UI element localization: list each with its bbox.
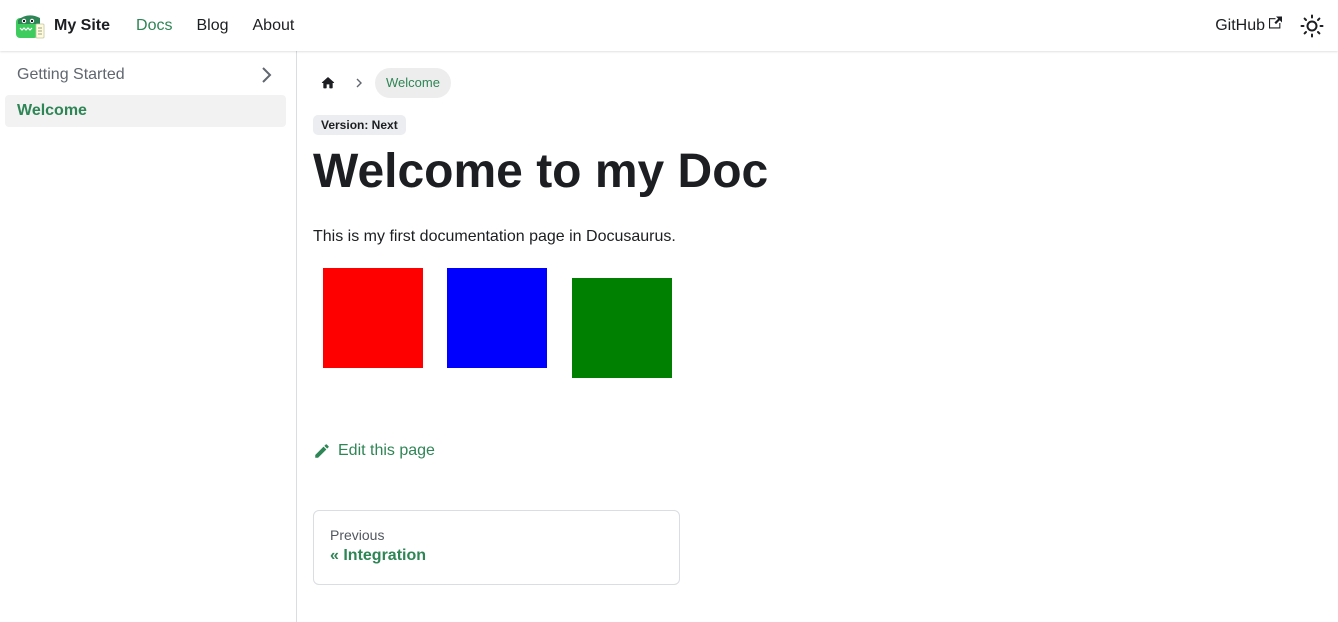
sidebar-category-label: Getting Started xyxy=(17,66,125,83)
doc-main: Welcome Version: Next Welcome to my Doc … xyxy=(313,51,1323,585)
nav-about-link[interactable]: About xyxy=(241,17,307,35)
nav-blog-link[interactable]: Blog xyxy=(184,17,240,35)
pencil-icon xyxy=(315,444,329,458)
breadcrumb-current: Welcome xyxy=(375,68,451,98)
red-square xyxy=(323,268,423,368)
site-title: My Site xyxy=(54,16,111,34)
edit-label: Edit this page xyxy=(338,442,435,459)
theme-toggle-button[interactable] xyxy=(1300,14,1324,38)
page-title: Welcome to my Doc xyxy=(313,145,769,198)
green-square xyxy=(572,278,672,378)
breadcrumb-home-link[interactable] xyxy=(313,68,343,98)
sidebar-item-label: Welcome xyxy=(17,102,87,119)
github-link[interactable]: GitHub xyxy=(1215,17,1282,35)
intro-paragraph: This is my first documentation page in D… xyxy=(313,228,676,245)
pager-sublabel: Previous xyxy=(330,527,385,543)
pager-label: « Integration xyxy=(330,547,427,564)
sidebar-item-welcome[interactable]: Welcome xyxy=(5,95,286,127)
chevron-right-icon[interactable] xyxy=(260,67,274,83)
github-label: GitHub xyxy=(1215,16,1265,34)
docs-sidebar: Getting Started Welcome xyxy=(0,51,297,622)
sidebar-category-getting-started[interactable]: Getting Started xyxy=(5,59,286,91)
navbar-right: GitHub xyxy=(1215,14,1324,38)
navbar: My Site Docs Blog About GitHub xyxy=(0,0,1338,51)
nav-docs-link[interactable]: Docs xyxy=(124,17,184,35)
sun-icon xyxy=(1300,14,1324,37)
blue-square xyxy=(447,268,547,368)
pagination-previous[interactable]: Previous « Integration xyxy=(313,510,680,585)
brand-link[interactable]: My Site xyxy=(14,10,110,42)
breadcrumb-chevron-icon xyxy=(349,78,369,88)
version-badge: Version: Next xyxy=(313,115,406,135)
external-link-icon xyxy=(1269,16,1282,29)
dinosaur-logo-icon xyxy=(16,14,45,38)
home-icon xyxy=(321,77,335,89)
breadcrumb: Welcome xyxy=(313,68,1323,98)
edit-this-page-link[interactable]: Edit this page xyxy=(313,442,1323,460)
color-squares xyxy=(313,266,1323,386)
